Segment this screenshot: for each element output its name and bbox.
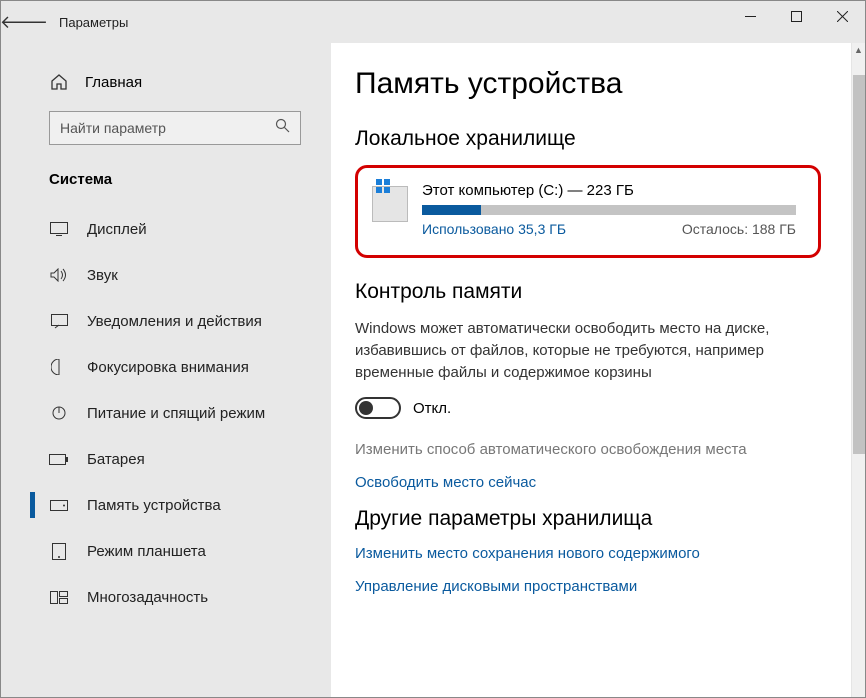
drive-icon: [372, 186, 408, 222]
sidebar-item-label: Многозадачность: [87, 589, 208, 606]
drive-name: Этот компьютер (C:) — 223 ГБ: [422, 182, 796, 199]
sidebar-item-label: Уведомления и действия: [87, 313, 262, 330]
window-controls: [727, 1, 865, 43]
battery-icon: [49, 454, 69, 465]
search-placeholder: Найти параметр: [60, 120, 166, 136]
free-space-now-link[interactable]: Освободить место сейчас: [355, 474, 821, 491]
minimize-icon: [745, 11, 756, 22]
sidebar-item-display[interactable]: Дисплей: [1, 206, 331, 252]
tablet-icon: [49, 543, 69, 560]
sidebar-item-label: Память устройства: [87, 497, 221, 514]
arrow-left-icon: 🡐: [0, 12, 48, 33]
sidebar-item-multitask[interactable]: Многозадачность: [1, 574, 331, 620]
minimize-button[interactable]: [727, 1, 773, 31]
focus-icon: [49, 359, 69, 375]
storage-icon: [49, 500, 69, 511]
sidebar-item-storage[interactable]: Память устройства: [1, 482, 331, 528]
close-icon: [837, 11, 848, 22]
change-save-location-link[interactable]: Изменить место сохранения нового содержи…: [355, 545, 821, 562]
sidebar: Главная Найти параметр Система Дисплей: [1, 43, 331, 697]
sidebar-item-label: Батарея: [87, 451, 145, 468]
notifications-icon: [49, 314, 69, 329]
multitask-icon: [49, 591, 69, 604]
maximize-button[interactable]: [773, 1, 819, 31]
back-button[interactable]: 🡐: [7, 5, 41, 39]
sidebar-item-battery[interactable]: Батарея: [1, 436, 331, 482]
maximize-icon: [791, 11, 802, 22]
sound-icon: [49, 268, 69, 282]
usage-bar-fill: [422, 205, 481, 215]
sidebar-item-notifications[interactable]: Уведомления и действия: [1, 298, 331, 344]
storage-spaces-link[interactable]: Управление дисковыми пространствами: [355, 578, 821, 595]
storage-sense-desc: Windows может автоматически освободить м…: [355, 318, 821, 383]
storage-sense-title: Контроль памяти: [355, 280, 821, 304]
toggle-state-label: Откл.: [413, 400, 451, 417]
drive-c-box[interactable]: Этот компьютер (C:) — 223 ГБ Использован…: [355, 165, 821, 258]
change-auto-free-link: Изменить способ автоматического освобожд…: [355, 441, 821, 458]
sidebar-item-label: Режим планшета: [87, 543, 206, 560]
content-scrollbar[interactable]: ▲: [851, 43, 865, 697]
usage-bar: [422, 205, 796, 215]
search-input[interactable]: Найти параметр: [49, 111, 301, 145]
scroll-up-icon: ▲: [852, 43, 865, 57]
sidebar-item-focus[interactable]: Фокусировка внимания: [1, 344, 331, 390]
home-link[interactable]: Главная: [1, 73, 331, 111]
sidebar-item-tablet[interactable]: Режим планшета: [1, 528, 331, 574]
sidebar-item-power[interactable]: Питание и спящий режим: [1, 390, 331, 436]
sidebar-item-label: Фокусировка внимания: [87, 359, 249, 376]
window-title: Параметры: [59, 15, 128, 30]
home-icon: [49, 73, 69, 91]
page-title: Память устройства: [355, 67, 821, 101]
drive-remaining: Осталось: 188 ГБ: [682, 221, 796, 237]
other-storage-title: Другие параметры хранилища: [355, 507, 821, 531]
content-area: Память устройства Локальное хранилище Эт…: [331, 43, 851, 697]
local-storage-title: Локальное хранилище: [355, 127, 821, 151]
storage-sense-toggle[interactable]: [355, 397, 401, 419]
power-icon: [49, 405, 69, 421]
sidebar-item-label: Звук: [87, 267, 118, 284]
drive-info: Этот компьютер (C:) — 223 ГБ Использован…: [422, 182, 796, 237]
drive-used: Использовано 35,3 ГБ: [422, 221, 566, 237]
display-icon: [49, 222, 69, 236]
titlebar: 🡐 Параметры: [1, 1, 865, 43]
home-label: Главная: [85, 74, 142, 91]
sidebar-category: Система: [1, 145, 331, 206]
sidebar-item-sound[interactable]: Звук: [1, 252, 331, 298]
close-button[interactable]: [819, 1, 865, 31]
search-icon: [275, 118, 290, 138]
sidebar-item-label: Дисплей: [87, 221, 147, 238]
sidebar-item-label: Питание и спящий режим: [87, 405, 265, 422]
scrollbar-thumb[interactable]: [853, 75, 865, 454]
